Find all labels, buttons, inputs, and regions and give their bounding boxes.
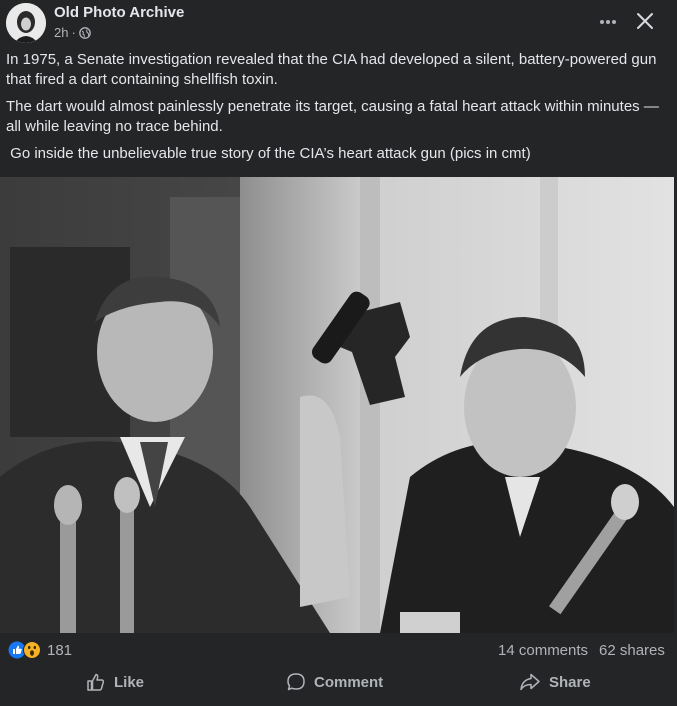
post-photo[interactable]: [0, 177, 674, 633]
comments-count[interactable]: 14 comments: [498, 642, 588, 659]
comment-icon: [287, 673, 305, 691]
more-icon: [600, 20, 616, 24]
like-icon: [87, 673, 105, 691]
post-header: Old Photo Archive 2h ·: [0, 0, 677, 46]
reaction-count: 181: [47, 641, 73, 659]
post-time[interactable]: 2h: [54, 25, 68, 40]
post-actions: Like Comment Share: [0, 664, 677, 698]
post-paragraph: The dart would almost painlessly penetra…: [6, 98, 659, 135]
post-stats: 181 14 comments 62 shares: [0, 636, 677, 664]
like-label: Like: [114, 673, 145, 691]
comment-button[interactable]: Comment: [286, 668, 383, 696]
like-button[interactable]: Like: [86, 668, 144, 696]
reactions-summary[interactable]: 181: [8, 641, 72, 659]
post-paragraph: In 1975, a Senate investigation revealed…: [6, 51, 657, 88]
globe-icon: [78, 26, 91, 39]
share-button[interactable]: Share: [519, 668, 591, 696]
comment-label: Comment: [314, 673, 384, 691]
wow-reaction-icon: [23, 641, 41, 659]
post-text: In 1975, a Senate investigation revealed…: [6, 50, 666, 171]
close-button[interactable]: [630, 6, 660, 36]
close-icon: [637, 13, 653, 29]
shares-count[interactable]: 62 shares: [599, 642, 665, 659]
share-icon: [520, 673, 540, 691]
share-label: Share: [549, 673, 591, 691]
page-name[interactable]: Old Photo Archive: [54, 4, 184, 21]
post-meta: 2h ·: [54, 25, 91, 40]
post-paragraph: Go inside the unbelievable true story of…: [6, 145, 531, 162]
meta-separator: ·: [71, 25, 76, 40]
more-options-button[interactable]: [594, 8, 622, 36]
avatar[interactable]: [6, 3, 46, 43]
